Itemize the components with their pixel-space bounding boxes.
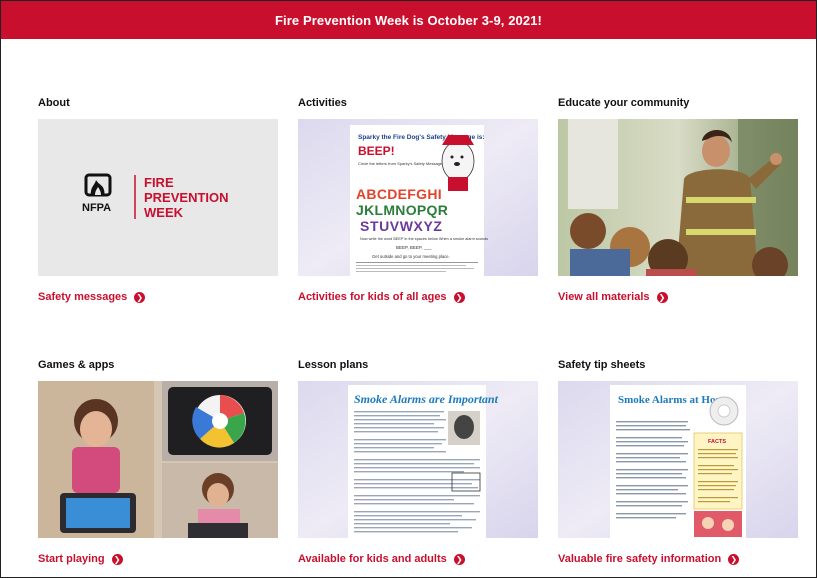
nfpa-logo-graphic: NFPA FIRE PREVENTION WEEK bbox=[38, 119, 278, 276]
facts-heading: FACTS bbox=[708, 439, 726, 445]
sheet-beep-line: BEEP, BEEP, ___ bbox=[396, 245, 432, 250]
lesson-sheet-graphic: Smoke Alarms are Important bbox=[298, 381, 538, 538]
card-image-lesson-sheet[interactable]: Smoke Alarms are Important bbox=[298, 381, 538, 538]
chevron-right-circle-icon: ❯ bbox=[111, 553, 123, 565]
card-heading: Educate your community bbox=[558, 97, 690, 109]
chevron-right-circle-icon: ❯ bbox=[728, 553, 740, 565]
start-playing-link[interactable]: Start playing ❯ bbox=[38, 553, 278, 565]
card-heading: Games & apps bbox=[38, 359, 115, 371]
letters-row-1: ABCDEFGHI bbox=[356, 186, 442, 202]
activity-sheet-graphic: Sparky the Fire Dog's Safety Message is:… bbox=[298, 119, 538, 276]
link-label: View all materials bbox=[558, 291, 650, 303]
card-educate-community: Educate your community View all material… bbox=[558, 97, 798, 359]
card-image-nfpa-logo[interactable]: NFPA FIRE PREVENTION WEEK bbox=[38, 119, 278, 276]
link-label: Activities for kids of all ages bbox=[298, 291, 447, 303]
card-about: About NFPA FIRE PREVENTION WEEK Safety m… bbox=[38, 97, 278, 359]
card-activities: Activities Sparky the Fire Dog's Safety … bbox=[298, 97, 538, 359]
link-label: Safety messages bbox=[38, 291, 128, 303]
chevron-right-circle-icon: ❯ bbox=[656, 291, 668, 303]
sheet-footer: Get outside and go to your meeting place… bbox=[372, 254, 450, 259]
link-label: Valuable fire safety information bbox=[558, 553, 722, 565]
chevron-right-circle-icon: ❯ bbox=[453, 291, 465, 303]
chevron-right-circle-icon: ❯ bbox=[134, 291, 146, 303]
announcement-banner: Fire Prevention Week is October 3-9, 202… bbox=[1, 1, 816, 39]
card-image-firefighter-photo[interactable] bbox=[558, 119, 798, 276]
view-all-materials-link[interactable]: View all materials ❯ bbox=[558, 291, 798, 303]
card-image-tip-sheet[interactable]: Smoke Alarms at Home FACTS bbox=[558, 381, 798, 538]
safety-tip-sheets-link[interactable]: Valuable fire safety information ❯ bbox=[558, 553, 798, 565]
lesson-title: Smoke Alarms are Important bbox=[354, 392, 499, 406]
card-lesson-plans: Lesson plans Smoke Alarms are Important bbox=[298, 359, 538, 569]
resource-grid: About NFPA FIRE PREVENTION WEEK Safety m… bbox=[38, 97, 800, 569]
letters-row-3: STUVWXYZ bbox=[360, 218, 443, 234]
activities-link[interactable]: Activities for kids of all ages ❯ bbox=[298, 291, 538, 303]
card-image-activity-sheet[interactable]: Sparky the Fire Dog's Safety Message is:… bbox=[298, 119, 538, 276]
tip-sheet-graphic: Smoke Alarms at Home FACTS bbox=[558, 381, 798, 538]
link-label: Start playing bbox=[38, 553, 105, 565]
chevron-right-circle-icon: ❯ bbox=[453, 553, 465, 565]
letters-row-2: JKLMNOPQR bbox=[356, 202, 448, 218]
card-safety-tip-sheets: Safety tip sheets Smoke Alarms at Home F… bbox=[558, 359, 798, 569]
logo-line-1: FIRE bbox=[144, 175, 174, 190]
page: Fire Prevention Week is October 3-9, 202… bbox=[0, 0, 817, 578]
card-image-games-photo[interactable] bbox=[38, 381, 278, 538]
card-heading: About bbox=[38, 97, 70, 109]
card-heading: Activities bbox=[298, 97, 347, 109]
lesson-plans-link[interactable]: Available for kids and adults ❯ bbox=[298, 553, 538, 565]
games-photo-graphic bbox=[38, 381, 278, 538]
nfpa-wordmark: NFPA bbox=[82, 202, 111, 214]
sheet-caption: Now write the word BEEP in the spaces be… bbox=[360, 237, 488, 241]
card-games-apps: Games & apps Start playing ❯ bbox=[38, 359, 278, 569]
safety-messages-link[interactable]: Safety messages ❯ bbox=[38, 291, 278, 303]
sheet-highlight: BEEP! bbox=[358, 144, 395, 158]
card-heading: Safety tip sheets bbox=[558, 359, 646, 371]
logo-line-3: WEEK bbox=[144, 205, 184, 220]
card-heading: Lesson plans bbox=[298, 359, 369, 371]
sheet-instruction: Circle the letters from Sparky's Safety … bbox=[358, 161, 453, 166]
logo-line-2: PREVENTION bbox=[144, 190, 229, 205]
link-label: Available for kids and adults bbox=[298, 553, 447, 565]
firefighter-photo-graphic bbox=[558, 119, 798, 276]
banner-text: Fire Prevention Week is October 3-9, 202… bbox=[275, 12, 542, 28]
